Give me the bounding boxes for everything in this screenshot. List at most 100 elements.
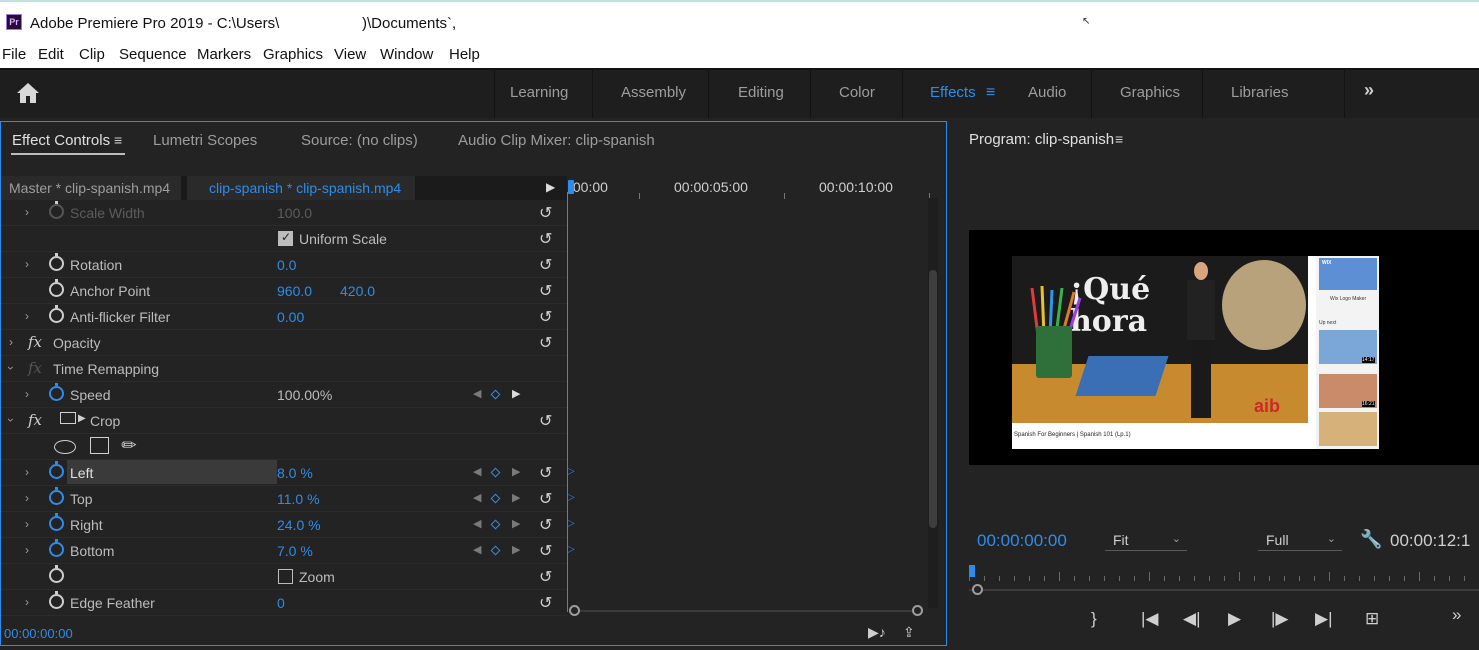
panel-menu-icon[interactable]: ≡ (114, 132, 122, 148)
menu-file[interactable]: File (2, 46, 26, 63)
anti-flicker-value[interactable]: 0.00 (277, 309, 304, 325)
effect-timeline-ruler[interactable]: :00:00 00:00:05:00 00:00:10:00 (567, 176, 930, 200)
play-icon[interactable]: ▶ (1228, 609, 1241, 629)
mark-out-icon[interactable]: } (1091, 609, 1097, 629)
workspace-editing[interactable]: Editing (738, 84, 784, 101)
next-keyframe-icon[interactable]: ▶ (512, 387, 520, 400)
expand-arrow-icon[interactable]: › (25, 543, 29, 557)
effect-controls-timecode[interactable]: 00:00:00:00 (4, 626, 73, 641)
expand-arrow-icon[interactable]: › (25, 257, 29, 271)
menu-help[interactable]: Help (449, 46, 480, 63)
crop-menu-arrow-icon[interactable]: ▶ (78, 413, 86, 424)
tab-lumetri-scopes[interactable]: Lumetri Scopes (153, 132, 257, 149)
program-monitor-title[interactable]: Program: clip-spanish (969, 131, 1114, 148)
anchor-y-value[interactable]: 420.0 (340, 283, 375, 299)
zoom-checkbox[interactable] (278, 569, 293, 584)
add-keyframe-icon[interactable] (490, 545, 501, 556)
more-controls-icon[interactable]: » (1452, 605, 1461, 625)
right-value[interactable]: 24.0 % (277, 517, 321, 533)
scale-width-value[interactable]: 100.0 (277, 205, 312, 221)
workspace-libraries[interactable]: Libraries (1231, 84, 1289, 101)
reset-icon[interactable]: ↺ (539, 411, 552, 431)
scrollbar-thumb[interactable] (929, 270, 937, 528)
reset-icon[interactable]: ↺ (539, 541, 552, 561)
menu-markers[interactable]: Markers (197, 46, 251, 63)
playhead-handle[interactable] (568, 180, 574, 194)
menu-edit[interactable]: Edit (38, 46, 64, 63)
expand-arrow-icon[interactable]: › (25, 491, 29, 505)
uniform-scale-checkbox[interactable] (278, 230, 293, 246)
panel-menu-icon[interactable]: ≡ (1115, 131, 1123, 147)
collapse-arrow-icon[interactable]: › (4, 418, 18, 422)
master-clip-tab[interactable]: Master * clip-spanish.mp4 (1, 176, 181, 200)
next-keyframe-icon[interactable]: ▶ (512, 465, 520, 478)
collapse-arrow-icon[interactable]: › (4, 366, 18, 370)
stopwatch-icon[interactable] (49, 201, 64, 219)
reset-icon[interactable]: ↺ (539, 229, 552, 249)
expand-arrow-icon[interactable]: › (25, 309, 29, 323)
previous-keyframe-icon[interactable]: ◀ (473, 387, 481, 400)
keyframe-marker-icon[interactable]: ▷ (567, 544, 575, 555)
rotation-value[interactable]: 0.0 (277, 257, 296, 273)
workspace-graphics[interactable]: Graphics (1120, 84, 1180, 101)
edge-feather-value[interactable]: 0 (277, 595, 285, 611)
reset-icon[interactable]: ↺ (539, 333, 552, 353)
previous-keyframe-icon[interactable]: ◀ (473, 491, 481, 504)
program-time-ruler[interactable] (969, 569, 1479, 581)
stopwatch-icon[interactable] (49, 513, 64, 531)
zoom-start-handle[interactable] (569, 605, 580, 616)
step-forward-icon[interactable]: |▶ (1271, 609, 1289, 629)
fx-toggle-icon[interactable]: fx (28, 411, 42, 429)
next-keyframe-icon[interactable]: ▶ (512, 491, 520, 504)
rectangle-mask-icon[interactable] (90, 437, 109, 454)
tab-effect-controls[interactable]: Effect Controls (12, 132, 110, 149)
bottom-value[interactable]: 7.0 % (277, 543, 313, 559)
keyframe-marker-icon[interactable]: ▷ (567, 466, 575, 477)
expand-arrow-icon[interactable]: › (9, 335, 13, 349)
reset-icon[interactable]: ↺ (539, 307, 552, 327)
reset-icon[interactable]: ↺ (539, 281, 552, 301)
fit-dropdown[interactable]: Fit ⌄ (1105, 529, 1187, 551)
timeline-zoom-bar[interactable] (570, 610, 920, 612)
export-icon[interactable]: ⇪ (903, 624, 915, 641)
zoom-end-handle[interactable] (912, 605, 923, 616)
more-workspaces-icon[interactable]: » (1364, 80, 1374, 101)
add-keyframe-icon[interactable] (490, 493, 501, 504)
left-value[interactable]: 8.0 % (277, 465, 313, 481)
go-to-in-icon[interactable]: |◀ (1141, 609, 1159, 629)
workspace-effects[interactable]: Effects (930, 84, 976, 101)
next-keyframe-icon[interactable]: ▶ (512, 517, 520, 530)
keyframe-marker-icon[interactable]: ▷ (567, 492, 575, 503)
stopwatch-icon[interactable] (49, 565, 64, 583)
menu-clip[interactable]: Clip (79, 46, 105, 63)
lift-icon[interactable]: ⊞ (1365, 609, 1379, 629)
stopwatch-icon[interactable] (49, 487, 64, 505)
stopwatch-icon[interactable] (49, 253, 64, 271)
stopwatch-icon[interactable] (49, 591, 64, 609)
menu-view[interactable]: View (334, 46, 366, 63)
home-icon[interactable] (16, 82, 40, 104)
settings-wrench-icon[interactable]: 🔧 (1360, 529, 1382, 550)
sequence-clip-tab[interactable]: clip-spanish * clip-spanish.mp4 (187, 176, 415, 200)
step-back-icon[interactable]: ◀| (1183, 609, 1201, 629)
ellipse-mask-icon[interactable] (54, 440, 76, 454)
play-audio-icon[interactable]: ▶♪ (868, 624, 886, 641)
expand-arrow-icon[interactable]: › (25, 595, 29, 609)
reset-icon[interactable]: ↺ (539, 203, 552, 223)
workspace-learning[interactable]: Learning (510, 84, 568, 101)
tab-source[interactable]: Source: (no clips) (301, 132, 418, 149)
expand-arrow-icon[interactable]: › (25, 205, 29, 219)
expand-arrow-icon[interactable]: › (25, 517, 29, 531)
expand-arrow-icon[interactable]: › (25, 465, 29, 479)
add-keyframe-icon[interactable] (490, 519, 501, 530)
top-value[interactable]: 11.0 % (277, 491, 320, 507)
expand-arrow-icon[interactable]: › (25, 387, 29, 401)
workspace-audio[interactable]: Audio (1028, 84, 1066, 101)
program-zoom-track[interactable] (969, 589, 1479, 591)
program-viewer[interactable]: ¡Qué hora aib Spanish For Beginners | Sp… (969, 230, 1479, 465)
reset-icon[interactable]: ↺ (539, 463, 552, 483)
keyframe-marker-icon[interactable]: ▷ (567, 518, 575, 529)
stopwatch-icon[interactable] (49, 539, 64, 557)
reset-icon[interactable]: ↺ (539, 593, 552, 613)
pen-mask-icon[interactable]: ✎ (117, 433, 143, 459)
